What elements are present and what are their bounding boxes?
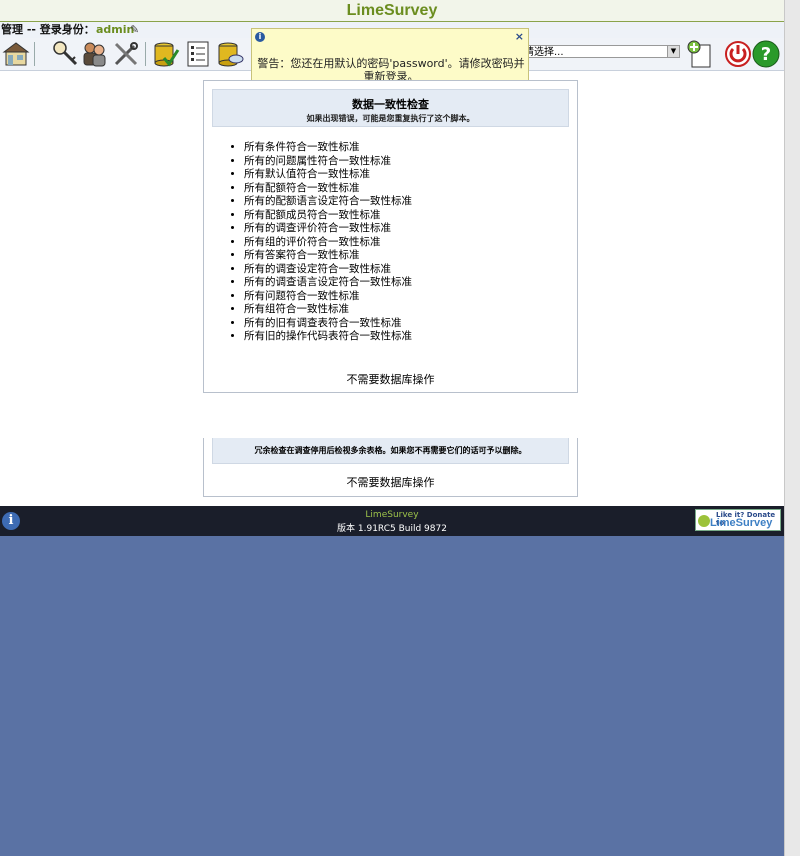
warning-popup: i × 警告：您还在用默认的密码'password'。请修改密码并重新登录。 xyxy=(251,28,529,83)
add-survey-icon[interactable] xyxy=(686,40,714,68)
survey-select-value: 请选择... xyxy=(524,47,564,58)
username-link[interactable]: admin xyxy=(96,22,134,38)
consistency-list: 所有条件符合一致性标准 所有的问题属性符合一致性标准 所有默认值符合一致性标准 … xyxy=(222,141,412,344)
list-item: 所有的旧有调查表符合一致性标准 xyxy=(244,317,412,331)
consistency-subtitle: 如果出现错误，可能是您重复执行了这个脚本。 xyxy=(306,114,475,123)
list-item: 所有问题符合一致性标准 xyxy=(244,290,412,304)
list-item: 所有配额符合一致性标准 xyxy=(244,182,412,196)
list-item: 所有配额成员符合一致性标准 xyxy=(244,209,412,223)
consistency-check-panel: 数据一致性检查 如果出现错误，可能是您重复执行了这个脚本。 所有条件符合一致性标… xyxy=(203,80,578,393)
list-item: 所有的调查评价符合一致性标准 xyxy=(244,222,412,236)
admin-label: 管理 -- 登录身份： xyxy=(1,23,95,36)
toolbar-divider xyxy=(34,42,35,66)
list-item: 所有组的评价符合一致性标准 xyxy=(244,236,412,250)
app-title-bar: LimeSurvey xyxy=(0,0,784,23)
tools-icon[interactable] xyxy=(112,40,140,68)
list-item: 所有的问题属性符合一致性标准 xyxy=(244,155,412,169)
toolbar-divider xyxy=(145,42,146,66)
database-sql-icon[interactable] xyxy=(216,40,244,68)
lime-logo-icon xyxy=(698,515,710,527)
footer-version: 版本 1.91RC5 Build 9872 xyxy=(337,524,447,534)
list-item: 所有的调查设定符合一致性标准 xyxy=(244,263,412,277)
list-item: 所有的调查语言设定符合一致性标准 xyxy=(244,276,412,290)
list-item: 所有答案符合一致性标准 xyxy=(244,249,412,263)
key-icon[interactable] xyxy=(52,40,80,68)
info-icon: i xyxy=(255,32,265,42)
edit-pencil-icon[interactable]: ✎ xyxy=(130,22,139,38)
no-db-action-text: 不需要数据库操作 xyxy=(346,476,435,489)
home-icon[interactable] xyxy=(2,40,30,68)
app-title: LimeSurvey xyxy=(346,2,438,19)
survey-select[interactable]: 请选择... ▼ xyxy=(520,45,680,58)
close-icon[interactable]: × xyxy=(515,30,524,43)
database-check-icon[interactable] xyxy=(152,40,180,68)
list-item: 所有组符合一致性标准 xyxy=(244,303,412,317)
help-icon[interactable]: ? xyxy=(752,40,780,68)
redundancy-subtitle: 冗余检查在调查停用后检视多余表格。如果您不再需要它们的话可予以删除。 xyxy=(254,446,527,455)
redundancy-header: 冗余检查在调查停用后检视多余表格。如果您不再需要它们的话可予以删除。 xyxy=(212,438,569,464)
footer-bar: i LimeSurvey 版本 1.91RC5 Build 9872 xyxy=(0,506,784,536)
donate-line2: LimeSurvey xyxy=(710,517,773,529)
list-item: 所有默认值符合一致性标准 xyxy=(244,168,412,182)
list-item: 所有旧的操作代码表符合一致性标准 xyxy=(244,330,412,344)
list-item: 所有条件符合一致性标准 xyxy=(244,141,412,155)
no-db-action-text: 不需要数据库操作 xyxy=(346,373,435,386)
redundancy-check-panel: 冗余检查在调查停用后检视多余表格。如果您不再需要它们的话可予以删除。 不需要数据… xyxy=(203,438,578,497)
users-icon[interactable] xyxy=(80,40,108,68)
checklist-icon[interactable] xyxy=(184,40,212,68)
chevron-down-icon[interactable]: ▼ xyxy=(667,46,679,57)
vertical-scrollbar[interactable] xyxy=(784,0,800,856)
logout-icon[interactable] xyxy=(724,40,752,68)
page: LimeSurvey 管理 -- 登录身份： admin ✎ ? 请选择... … xyxy=(0,0,784,856)
footer-app-name[interactable]: LimeSurvey xyxy=(0,510,784,520)
svg-text:?: ? xyxy=(761,44,771,65)
donate-button[interactable]: Like it? Donate to LimeSurvey xyxy=(695,509,781,531)
consistency-header: 数据一致性检查 如果出现错误，可能是您重复执行了这个脚本。 xyxy=(212,89,569,127)
list-item: 所有的配额语言设定符合一致性标准 xyxy=(244,195,412,209)
consistency-title: 数据一致性检查 xyxy=(352,98,429,111)
